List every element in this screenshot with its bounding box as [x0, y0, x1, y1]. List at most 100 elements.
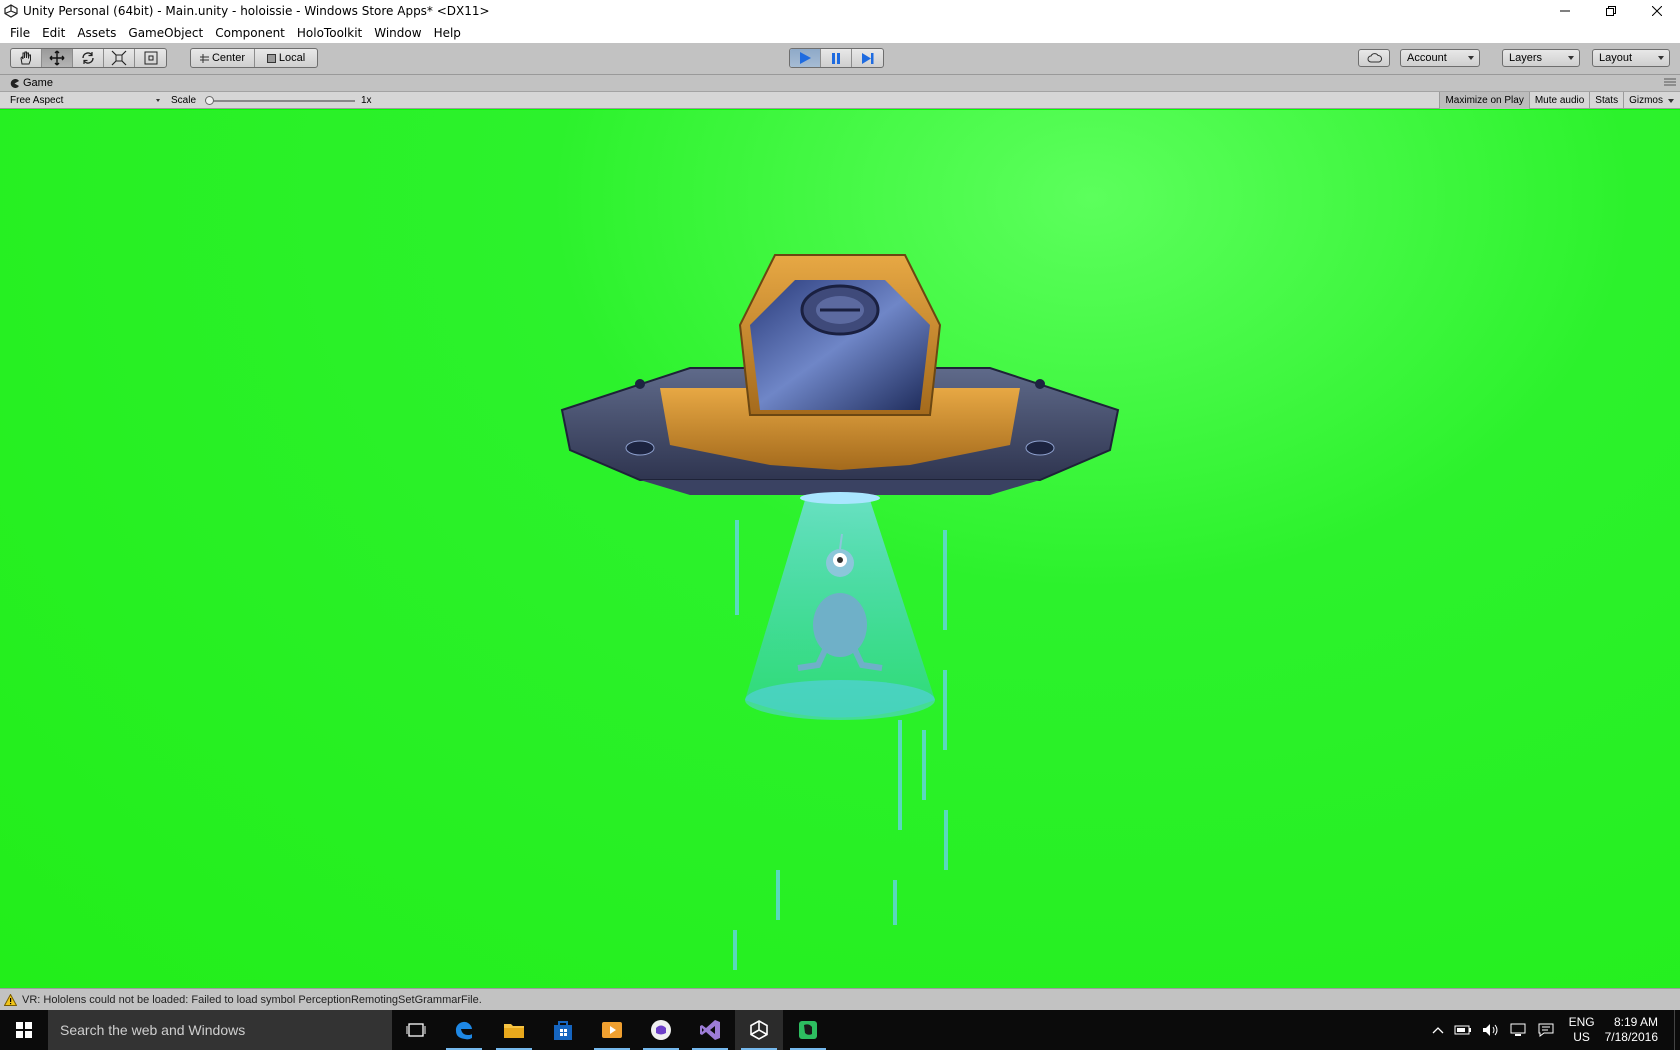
step-button[interactable]: [852, 49, 883, 67]
layers-dropdown[interactable]: Layers: [1502, 49, 1580, 67]
title-bar: Unity Personal (64bit) - Main.unity - ho…: [0, 0, 1680, 22]
tab-game-label: Game: [23, 77, 53, 89]
menu-edit[interactable]: Edit: [36, 26, 71, 40]
maximize-on-play-toggle[interactable]: Maximize on Play: [1439, 92, 1529, 109]
store-icon: [554, 1021, 572, 1040]
unity-app[interactable]: [735, 1010, 783, 1050]
menu-help[interactable]: Help: [428, 26, 467, 40]
task-view-button[interactable]: [392, 1010, 440, 1050]
pause-button[interactable]: [821, 49, 852, 67]
task-view-icon: [406, 1023, 426, 1037]
show-hidden-icons-button[interactable]: [1432, 1026, 1444, 1034]
layout-dropdown[interactable]: Layout: [1592, 49, 1670, 67]
search-placeholder: Search the web and Windows: [60, 1022, 246, 1038]
network-tray-button[interactable]: [1510, 1023, 1528, 1037]
region-code: US: [1573, 1030, 1590, 1044]
scale-slider-thumb[interactable]: [205, 96, 214, 105]
menu-gameobject[interactable]: GameObject: [122, 26, 209, 40]
menu-component[interactable]: Component: [209, 26, 291, 40]
cloud-icon: [1367, 53, 1383, 63]
close-button[interactable]: [1634, 0, 1680, 22]
account-dropdown[interactable]: Account: [1400, 49, 1480, 67]
hand-tool-icon: [20, 51, 31, 65]
chevron-up-icon: [1432, 1027, 1444, 1034]
scale-slider-track[interactable]: [209, 100, 355, 102]
edge-icon: [455, 1021, 472, 1040]
edge-app[interactable]: [440, 1010, 488, 1050]
scale-tool-icon: [111, 50, 127, 66]
play-icon: [800, 52, 811, 64]
unity-logo-icon: [4, 4, 18, 18]
windows-logo-icon: [16, 1022, 32, 1038]
rect-tool-button[interactable]: [135, 49, 166, 67]
game-view-controlbar: Free Aspect Scale 1x Maximize on Play Mu…: [0, 92, 1680, 109]
playback-controls: [789, 48, 884, 68]
stats-toggle[interactable]: Stats: [1589, 92, 1623, 109]
evernote-icon: [799, 1021, 817, 1039]
window-title: Unity Personal (64bit) - Main.unity - ho…: [23, 4, 490, 18]
space-label: Local: [278, 52, 306, 64]
pivot-local-button[interactable]: Local: [255, 49, 317, 67]
console-status-bar[interactable]: VR: Hololens could not be loaded: Failed…: [0, 988, 1680, 1010]
notifications-icon: [1538, 1023, 1554, 1037]
start-button[interactable]: [0, 1010, 48, 1050]
action-center-button[interactable]: [1538, 1023, 1554, 1037]
restore-icon: [1606, 6, 1616, 16]
taskbar-search-box[interactable]: Search the web and Windows: [48, 1010, 392, 1050]
evernote-app[interactable]: [784, 1010, 832, 1050]
menu-assets[interactable]: Assets: [71, 26, 122, 40]
tab-game[interactable]: Game: [10, 77, 53, 89]
file-explorer-icon: [504, 1024, 524, 1038]
main-toolbar: Center Local Account Layers Layout: [0, 43, 1680, 75]
gizmos-dropdown[interactable]: Gizmos: [1623, 92, 1680, 109]
language-code: ENG: [1568, 1015, 1595, 1029]
input-language[interactable]: ENG US: [1569, 1015, 1595, 1045]
aspect-dropdown[interactable]: Free Aspect: [4, 93, 164, 108]
scale-value: 1x: [361, 95, 372, 106]
gizmos-label: Gizmos: [1629, 95, 1663, 106]
mute-audio-toggle[interactable]: Mute audio: [1528, 92, 1589, 109]
move-tool-button[interactable]: [42, 49, 73, 67]
media-player-app[interactable]: [588, 1010, 636, 1050]
layers-label: Layers: [1509, 52, 1543, 64]
store-app[interactable]: [539, 1010, 587, 1050]
menu-holotoolkit[interactable]: HoloToolkit: [291, 26, 368, 40]
menu-file[interactable]: File: [4, 26, 36, 40]
pause-icon: [832, 52, 840, 64]
game-viewport[interactable]: [0, 110, 1680, 988]
gizmos-chevron-down-icon: [1668, 98, 1674, 103]
layout-label: Layout: [1599, 52, 1633, 64]
file-explorer-app[interactable]: [490, 1010, 538, 1050]
show-desktop-button[interactable]: [1674, 1010, 1680, 1050]
tab-menu-icon[interactable]: [1664, 77, 1676, 89]
battery-icon: [1454, 1025, 1471, 1035]
hand-tool-button[interactable]: [11, 49, 42, 67]
collab-cloud-button[interactable]: [1358, 49, 1390, 67]
game-tab-header: Game: [0, 75, 1680, 92]
pivot-center-button[interactable]: Center: [191, 49, 255, 67]
play-button[interactable]: [790, 49, 821, 67]
minimize-button[interactable]: [1542, 0, 1588, 22]
aspect-label: Free Aspect: [10, 95, 64, 106]
restore-button[interactable]: [1588, 0, 1634, 22]
visual-studio-app[interactable]: [686, 1010, 734, 1050]
power-tray-button[interactable]: [1454, 1024, 1472, 1036]
pivot-label: Center: [211, 52, 246, 64]
layout-chevron-down-icon: [1658, 56, 1664, 60]
warning-icon: [4, 993, 17, 1006]
aspect-chevron-down-icon: [156, 99, 160, 102]
rotate-tool-icon: [82, 52, 94, 64]
volume-tray-button[interactable]: [1482, 1023, 1500, 1037]
step-icon: [861, 52, 873, 64]
scale-label: Scale: [171, 95, 197, 106]
network-icon: [1510, 1023, 1526, 1036]
scale-tool-button[interactable]: [104, 49, 135, 67]
move-tool-icon: [49, 50, 65, 66]
menu-window[interactable]: Window: [368, 26, 427, 40]
rotate-tool-button[interactable]: [73, 49, 104, 67]
account-chevron-down-icon: [1468, 56, 1474, 60]
taskbar-clock[interactable]: 8:19 AM 7/18/2016: [1605, 1015, 1658, 1045]
clock-time: 8:19 AM: [1613, 1015, 1658, 1029]
media-player-icon: [602, 1022, 622, 1038]
github-app[interactable]: [637, 1010, 685, 1050]
